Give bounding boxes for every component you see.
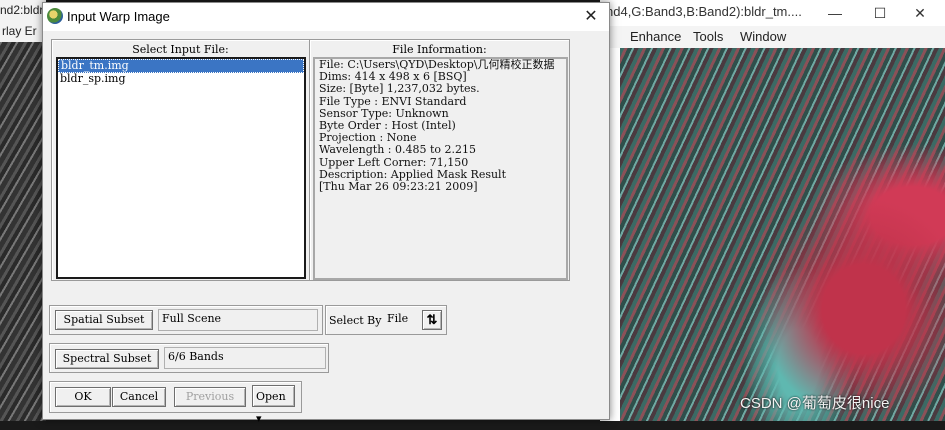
- cancel-button[interactable]: Cancel: [112, 387, 166, 407]
- input-warp-image-dialog: Input Warp Image ✕ Select Input File: bl…: [42, 2, 610, 425]
- watermark: CSDN @葡萄皮很nice: [740, 395, 890, 412]
- menu-window[interactable]: Window: [740, 29, 786, 44]
- file-list-item[interactable]: bldr_tm.img: [58, 59, 304, 73]
- dialog-titlebar: Input Warp Image ✕: [43, 3, 609, 31]
- file-information-panel: File Information: File: C:\Users\QYD\Des…: [309, 39, 570, 281]
- previous-button[interactable]: Previous: [174, 387, 246, 407]
- display-window-menubar: Enhance Tools Window: [600, 26, 945, 48]
- menu-tools[interactable]: Tools: [693, 29, 723, 44]
- minimize-icon[interactable]: —: [815, 2, 855, 24]
- maximize-icon[interactable]: ☐: [860, 2, 900, 24]
- display-window-title: nd4,G:Band3,B:Band2):bldr_tm....: [606, 4, 802, 19]
- select-by-label: Select By: [329, 314, 382, 327]
- info-line: File Type : ENVI Standard: [319, 94, 467, 108]
- envi-globe-icon: [47, 8, 63, 24]
- dialog-close-button[interactable]: ✕: [573, 3, 609, 31]
- spatial-subset-row: Spatial Subset Full Scene: [49, 305, 323, 335]
- ok-button[interactable]: OK: [55, 387, 111, 407]
- menu-enhance[interactable]: Enhance: [630, 29, 681, 44]
- file-information-text: File: C:\Users\QYD\Desktop\几何精校正数据 Dims:…: [313, 57, 568, 280]
- spectral-subset-value: 6/6 Bands: [164, 347, 326, 369]
- info-line: Upper Left Corner: 71,150: [319, 155, 469, 169]
- select-by-value: File: [387, 312, 409, 325]
- sort-toggle-button[interactable]: ⇅: [422, 310, 442, 330]
- input-file-list[interactable]: bldr_tm.img bldr_sp.img: [56, 57, 306, 279]
- select-input-file-label: Select Input File:: [132, 43, 229, 56]
- open-menu-button[interactable]: Open ▾: [252, 385, 295, 425]
- info-line: Size: [Byte] 1,237,032 bytes.: [319, 82, 480, 96]
- spatial-subset-value: Full Scene: [158, 309, 318, 331]
- spectral-subset-row: Spectral Subset 6/6 Bands: [49, 343, 329, 373]
- file-information-label: File Information:: [392, 43, 487, 56]
- dropdown-arrow-icon: ▾: [256, 412, 262, 425]
- dialog-title: Input Warp Image: [67, 9, 170, 24]
- close-icon[interactable]: ✕: [900, 2, 940, 24]
- info-line: Wavelength : 0.485 to 2.215: [319, 143, 477, 157]
- background-left-image: [0, 0, 46, 421]
- open-label: Open: [256, 390, 286, 403]
- display-window-titlebar: nd4,G:Band3,B:Band2):bldr_tm.... — ☐ ✕: [600, 0, 945, 26]
- satellite-image: [620, 48, 945, 421]
- dialog-buttons-row: OK Cancel Previous Open ▾: [49, 381, 302, 425]
- info-line: [Thu Mar 26 09:23:21 2009]: [319, 179, 478, 193]
- spatial-subset-button[interactable]: Spatial Subset: [55, 310, 153, 330]
- background-left-title: nd2:bldr_tm.img: [0, 0, 46, 20]
- spectral-subset-button[interactable]: Spectral Subset: [55, 349, 159, 369]
- background-display-window: nd4,G:Band3,B:Band2):bldr_tm.... — ☐ ✕ E…: [600, 0, 945, 421]
- select-input-file-panel: Select Input File: bldr_tm.img bldr_sp.i…: [51, 39, 310, 281]
- background-left-menu: rlay Er: [0, 20, 48, 42]
- select-by-row: Select By File ⇅: [325, 305, 447, 335]
- file-list-item[interactable]: bldr_sp.img: [58, 73, 304, 85]
